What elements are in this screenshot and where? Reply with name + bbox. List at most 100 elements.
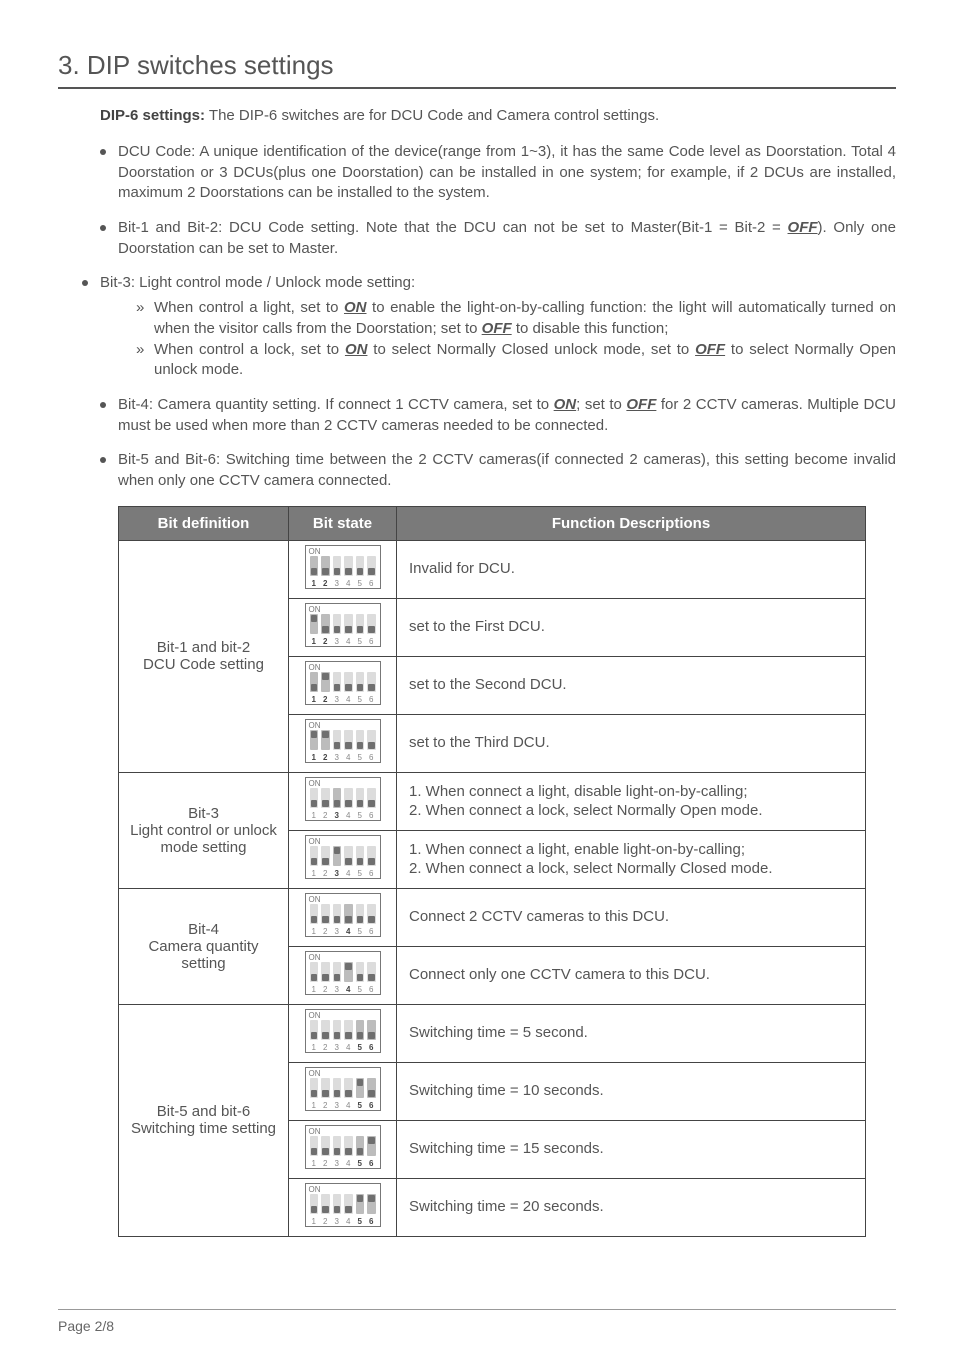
dip-num-6: 6 — [367, 985, 376, 994]
bit-definition-cell: Bit-1 and bit-2DCU Code setting — [119, 540, 289, 772]
dip-num-6: 6 — [367, 753, 376, 762]
dip-num-2: 2 — [321, 579, 330, 588]
dip-knob — [311, 731, 318, 738]
bit-definition-cell: Bit-4Camera quantity setting — [119, 888, 289, 1004]
dip-knob — [322, 1090, 329, 1097]
bit-state-cell: ON123456 — [289, 656, 397, 714]
intro-paragraph: DIP-6 settings: The DIP-6 switches are f… — [100, 107, 896, 124]
dip-slot-2 — [321, 846, 330, 866]
dip-slot-3 — [333, 788, 342, 808]
col-bit-state: Bit state — [289, 506, 397, 540]
dip-switch-diagram: ON123456 — [305, 893, 381, 937]
dip-knob — [334, 684, 341, 691]
text: ; set to — [576, 396, 626, 413]
dip-slot-2 — [321, 1194, 330, 1214]
function-desc-cell: Switching time = 15 seconds. — [397, 1120, 866, 1178]
dip-knob — [368, 800, 375, 807]
dip-num-5: 5 — [356, 753, 365, 762]
dip-switch-diagram: ON 123456 — [305, 1009, 381, 1053]
keyword-on: ON — [344, 299, 367, 316]
dip-on-label: ON — [309, 1011, 321, 1020]
dip-numbers: 123456 — [310, 1043, 376, 1052]
text: to select Normally Closed unlock mode, s… — [367, 341, 695, 358]
dip-num-4: 4 — [344, 1043, 353, 1052]
bit-definition-cell: Bit-3Light control or unlockmode setting — [119, 772, 289, 888]
bullet-bit4: Bit-4: Camera quantity setting. If conne… — [100, 395, 896, 436]
dip-slots — [310, 846, 376, 866]
dip-slot-4 — [344, 1194, 353, 1214]
dip-knob — [368, 568, 375, 575]
footer-divider — [58, 1309, 896, 1310]
dip-slot-1 — [310, 962, 319, 982]
dip-slot-6 — [367, 1020, 376, 1040]
dip-knob — [345, 1148, 352, 1155]
dip-knob — [368, 974, 375, 981]
sub-lock: When control a lock, set to ON to select… — [136, 340, 896, 381]
dip-num-3: 3 — [333, 1101, 342, 1110]
dip-num-1: 1 — [310, 811, 319, 820]
dip-slot-1 — [310, 614, 319, 634]
dip-slots — [310, 904, 376, 924]
dip-knob — [368, 1195, 375, 1202]
function-desc-cell: set to the First DCU. — [397, 598, 866, 656]
dip-knob — [357, 800, 364, 807]
dip-num-4: 4 — [344, 1159, 353, 1168]
dip-numbers: 123456 — [310, 1101, 376, 1110]
dip-on-label: ON — [309, 837, 321, 846]
dip-num-1: 1 — [310, 753, 319, 762]
dip-knob — [322, 1032, 329, 1039]
page: 3. DIP switches settings DIP-6 settings:… — [0, 0, 954, 1354]
dip-num-2: 2 — [321, 1159, 330, 1168]
dip-num-1: 1 — [310, 1043, 319, 1052]
dip-slot-1 — [310, 904, 319, 924]
dip-slot-2 — [321, 1078, 330, 1098]
table-row: Bit-1 and bit-2DCU Code settingON123456I… — [119, 540, 866, 598]
dip-on-label: ON — [309, 663, 321, 672]
dip-numbers: 123456 — [310, 1217, 376, 1226]
dip-num-6: 6 — [367, 811, 376, 820]
dip-slot-4 — [344, 962, 353, 982]
dip-knob — [334, 800, 341, 807]
intro-label: DIP-6 settings: — [100, 107, 205, 124]
dip-knob — [311, 615, 318, 622]
dip-slot-5 — [356, 846, 365, 866]
keyword-off: OFF — [695, 341, 725, 358]
dip-num-2: 2 — [321, 1217, 330, 1226]
dip-slot-2 — [321, 614, 330, 634]
dip-switch-diagram: ON123456 — [305, 951, 381, 995]
bullet-bit3: Bit-3: Light control mode / Unlock mode … — [82, 273, 896, 380]
dip-slot-5 — [356, 904, 365, 924]
dip-slot-1 — [310, 1136, 319, 1156]
dip-knob — [357, 626, 364, 633]
dip-knob — [334, 1148, 341, 1155]
dip-slot-4 — [344, 904, 353, 924]
dip-slots — [310, 672, 376, 692]
keyword-on: ON — [345, 341, 368, 358]
dip-num-4: 4 — [344, 637, 353, 646]
dip-num-5: 5 — [356, 985, 365, 994]
bullet-dcu-code: DCU Code: A unique identification of the… — [100, 142, 896, 204]
dip-num-2: 2 — [321, 753, 330, 762]
dip-knob — [311, 1090, 318, 1097]
dip-numbers: 123456 — [310, 753, 376, 762]
dip-num-2: 2 — [321, 1101, 330, 1110]
section-title: 3. DIP switches settings — [58, 50, 896, 81]
dip-slot-4 — [344, 1078, 353, 1098]
dip-knob — [357, 1079, 364, 1086]
dip-switch-diagram: ON123456 — [305, 777, 381, 821]
dip-num-3: 3 — [333, 985, 342, 994]
dip-slot-6 — [367, 614, 376, 634]
dip-num-2: 2 — [321, 869, 330, 878]
dip-slot-5 — [356, 672, 365, 692]
definitions-table: Bit definition Bit state Function Descri… — [118, 506, 866, 1237]
table-row: Bit-3Light control or unlockmode setting… — [119, 772, 866, 830]
dip-knob — [357, 916, 364, 923]
dip-switch-diagram: ON123456 — [305, 835, 381, 879]
dip-knob — [345, 568, 352, 575]
dip-num-3: 3 — [333, 1217, 342, 1226]
dip-num-1: 1 — [310, 1101, 319, 1110]
dip-switch-diagram: ON123456 — [305, 1183, 381, 1227]
dip-knob — [345, 742, 352, 749]
dip-num-5: 5 — [356, 1043, 365, 1052]
dip-knob — [345, 1032, 352, 1039]
